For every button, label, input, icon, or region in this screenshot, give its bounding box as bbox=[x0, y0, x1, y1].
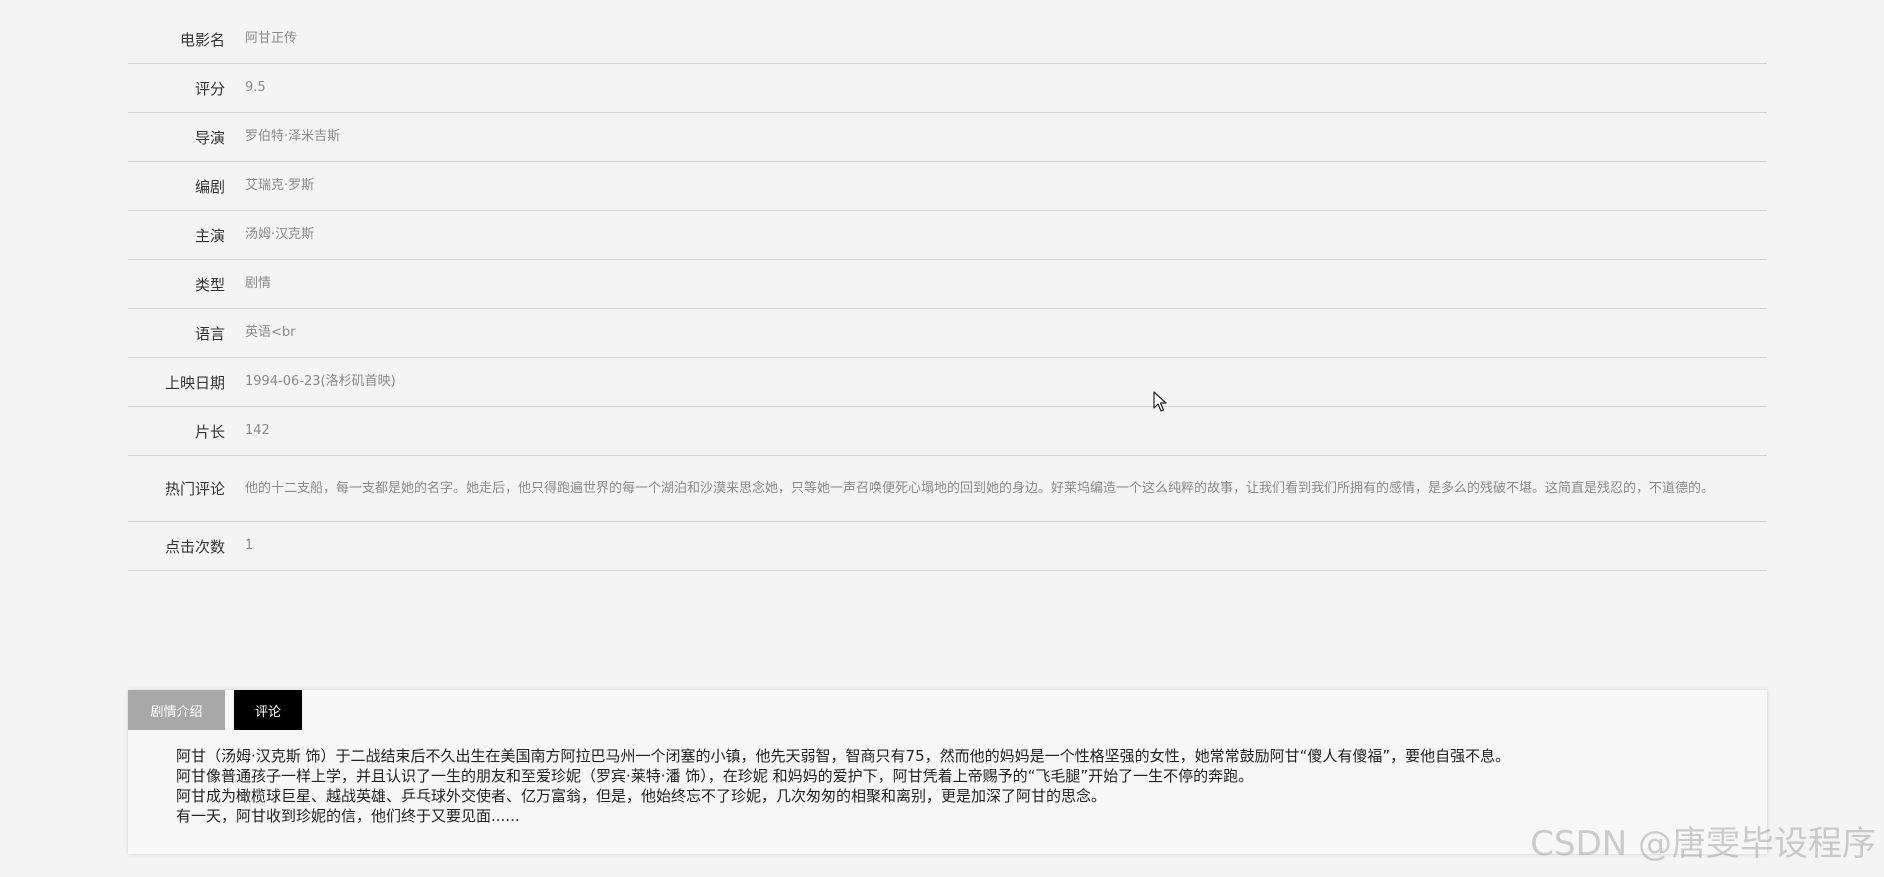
detail-row-rating: 评分 9.5 bbox=[128, 64, 1767, 113]
watermark: CSDN @唐雯毕设程序 bbox=[1530, 824, 1876, 864]
detail-row-title: 电影名 阿甘正传 bbox=[128, 15, 1767, 64]
detail-value: 剧情 bbox=[245, 276, 272, 291]
detail-row-writer: 编剧 艾瑞克·罗斯 bbox=[128, 162, 1767, 211]
detail-label: 电影名 bbox=[179, 30, 225, 49]
detail-value: 艾瑞克·罗斯 bbox=[245, 178, 315, 193]
detail-row-click-count: 点击次数 1 bbox=[128, 522, 1767, 571]
plot-summary: 阿甘（汤姆·汉克斯 饰）于二战结束后不久出生在美国南方阿拉巴马州一个闭塞的小镇，… bbox=[128, 730, 1767, 826]
tab-comments[interactable]: 评论 bbox=[234, 690, 302, 730]
detail-value: 他的十二支船，每一支都是她的名字。她走后，他只得跑遍世界的每一个湖泊和沙漠来思念… bbox=[245, 480, 1715, 496]
tabs-panel: 剧情介绍 评论 阿甘（汤姆·汉克斯 饰）于二战结束后不久出生在美国南方阿拉巴马州… bbox=[128, 690, 1767, 854]
detail-row-hot-comment: 热门评论 他的十二支船，每一支都是她的名字。她走后，他只得跑遍世界的每一个湖泊和… bbox=[128, 456, 1767, 522]
detail-label: 语言 bbox=[194, 324, 225, 343]
plot-paragraph: 阿甘（汤姆·汉克斯 饰）于二战结束后不久出生在美国南方阿拉巴马州一个闭塞的小镇，… bbox=[176, 747, 1511, 765]
detail-label: 上映日期 bbox=[164, 373, 225, 392]
detail-value: 9.5 bbox=[245, 80, 266, 95]
detail-row-release-date: 上映日期 1994-06-23(洛杉矶首映) bbox=[128, 358, 1767, 407]
detail-row-genre: 类型 剧情 bbox=[128, 260, 1767, 309]
detail-row-director: 导演 罗伯特·泽米吉斯 bbox=[128, 113, 1767, 162]
plot-paragraph: 阿甘成为橄榄球巨星、越战英雄、乒乓球外交使者、亿万富翁，但是，他始终忘不了珍妮，… bbox=[176, 787, 1107, 805]
movie-detail-page: 电影名 阿甘正传 评分 9.5 导演 罗伯特·泽米吉斯 编剧 艾瑞克·罗斯 主演… bbox=[0, 0, 1884, 877]
detail-value: 罗伯特·泽米吉斯 bbox=[245, 129, 341, 144]
detail-value: 1 bbox=[245, 538, 254, 553]
plot-paragraph: 有一天，阿甘收到珍妮的信，他们终于又要见面...... bbox=[176, 807, 520, 825]
detail-row-language: 语言 英语<br bbox=[128, 309, 1767, 358]
detail-label: 片长 bbox=[194, 422, 225, 441]
detail-value: 英语<br bbox=[245, 325, 296, 340]
detail-label: 主演 bbox=[194, 226, 225, 245]
detail-label: 点击次数 bbox=[164, 537, 225, 556]
detail-value: 阿甘正传 bbox=[245, 31, 298, 46]
detail-label: 导演 bbox=[194, 128, 225, 147]
detail-value: 汤姆·汉克斯 bbox=[245, 227, 315, 242]
mouse-pointer-icon bbox=[1153, 391, 1167, 412]
detail-row-runtime: 片长 142 bbox=[128, 407, 1767, 456]
detail-label: 类型 bbox=[194, 275, 225, 294]
tab-bar: 剧情介绍 评论 bbox=[128, 690, 1767, 730]
detail-value: 142 bbox=[245, 423, 270, 438]
tab-plot-intro[interactable]: 剧情介绍 bbox=[128, 690, 225, 730]
plot-paragraph: 阿甘像普通孩子一样上学，并且认识了一生的朋友和至爱珍妮（罗宾·莱特·潘 饰），在… bbox=[176, 767, 1254, 785]
detail-label: 编剧 bbox=[194, 177, 225, 196]
detail-row-starring: 主演 汤姆·汉克斯 bbox=[128, 211, 1767, 260]
detail-label: 热门评论 bbox=[164, 480, 225, 498]
detail-value: 1994-06-23(洛杉矶首映) bbox=[245, 374, 396, 389]
movie-details-table: 电影名 阿甘正传 评分 9.5 导演 罗伯特·泽米吉斯 编剧 艾瑞克·罗斯 主演… bbox=[128, 15, 1767, 571]
detail-label: 评分 bbox=[194, 79, 225, 98]
